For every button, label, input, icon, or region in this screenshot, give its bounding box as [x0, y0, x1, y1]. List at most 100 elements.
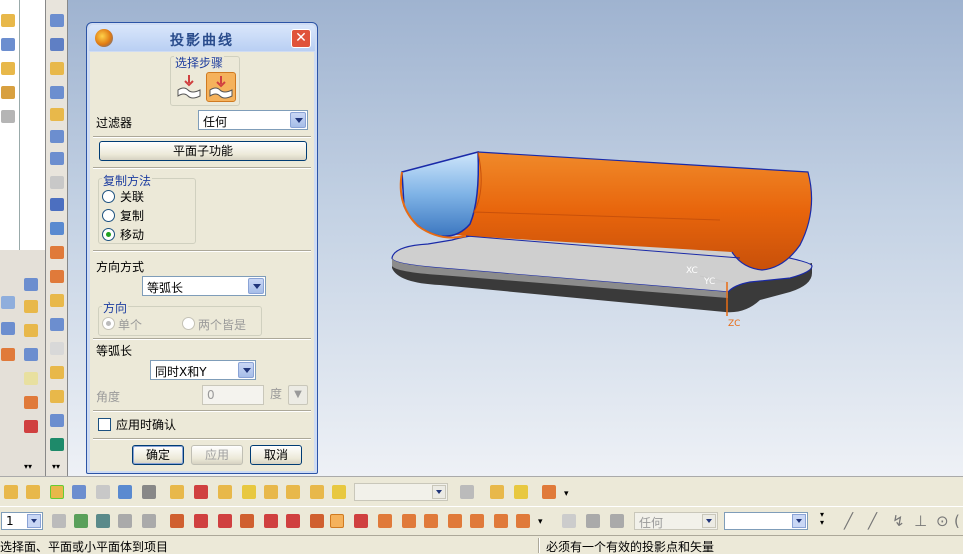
tool-icon[interactable]: [514, 485, 528, 499]
tool-icon[interactable]: [242, 485, 256, 499]
tool-icon[interactable]: [286, 514, 300, 528]
feat-icon-3[interactable]: [50, 62, 64, 75]
plane-subfunction-button[interactable]: 平面子功能: [99, 141, 307, 161]
side-icon-f[interactable]: [24, 396, 38, 409]
toolbar-overflow-icon[interactable]: ▾ ▾: [820, 511, 824, 527]
feat-icon-15[interactable]: [50, 342, 64, 355]
step-select-target-button[interactable]: [206, 72, 236, 102]
ok-button[interactable]: 确定: [132, 445, 184, 465]
expand-chevron-icon[interactable]: ▾▾: [24, 462, 32, 471]
feat-icon-10[interactable]: [50, 222, 64, 235]
chevron-down-icon[interactable]: [290, 112, 306, 128]
layer-select[interactable]: 1: [1, 512, 43, 530]
feat-icon-7[interactable]: [50, 152, 64, 165]
direction-both-radio[interactable]: [182, 317, 195, 330]
chevron-down-icon[interactable]: [248, 278, 264, 294]
feat-icon-18[interactable]: [50, 414, 64, 427]
tool-icon[interactable]: [50, 485, 64, 499]
step-select-objects-button[interactable]: [174, 72, 204, 102]
filter-select[interactable]: 任何: [198, 110, 308, 130]
arc-tool-icon[interactable]: (: [954, 512, 960, 530]
tool-icon[interactable]: [562, 514, 576, 528]
toolbar-overflow-icon[interactable]: ▾: [564, 489, 569, 499]
feat-icon-11[interactable]: [50, 246, 64, 259]
line-tool-icon-2[interactable]: ╱: [868, 512, 877, 530]
tool-icon[interactable]: [286, 485, 300, 499]
chevron-down-icon[interactable]: [432, 485, 446, 499]
tool-icon[interactable]: [264, 514, 278, 528]
feat-icon-14[interactable]: [50, 318, 64, 331]
tool-icon[interactable]: [490, 485, 504, 499]
nav-icon-6[interactable]: [1, 296, 15, 309]
tool-icon[interactable]: [330, 514, 344, 528]
tool-icon[interactable]: [354, 514, 368, 528]
tool-icon[interactable]: [516, 514, 530, 528]
nav-icon-3[interactable]: [1, 62, 15, 75]
tool-icon[interactable]: [310, 485, 324, 499]
chevron-down-icon[interactable]: [238, 362, 254, 378]
tool-icon[interactable]: [494, 514, 508, 528]
side-icon-e[interactable]: [24, 372, 38, 385]
nav-icon-5[interactable]: [1, 110, 15, 123]
tool-icon[interactable]: [74, 514, 88, 528]
tool-icon[interactable]: [72, 485, 86, 499]
selection-scope-select[interactable]: [724, 512, 808, 530]
tool-icon[interactable]: [218, 485, 232, 499]
side-icon-b[interactable]: [24, 300, 38, 313]
side-icon-d[interactable]: [24, 348, 38, 361]
selection-filter-select[interactable]: 任何: [634, 512, 718, 530]
tool-icon[interactable]: [610, 514, 624, 528]
dialog-titlebar[interactable]: 投影曲线 ✕: [89, 25, 315, 51]
direction-single-radio[interactable]: [102, 317, 115, 330]
feat-icon-6[interactable]: [50, 130, 64, 143]
chevron-down-icon[interactable]: [702, 514, 716, 528]
tool-icon[interactable]: [96, 485, 110, 499]
line-tool-icon[interactable]: ╱: [844, 512, 853, 530]
tool-icon[interactable]: [332, 485, 346, 499]
feat-icon-2[interactable]: [50, 38, 64, 51]
nav-icon-1[interactable]: [1, 14, 15, 27]
feat-icon-1[interactable]: [50, 14, 64, 27]
feat-icon-5[interactable]: [50, 108, 64, 121]
tool-icon[interactable]: [378, 514, 392, 528]
chevron-down-icon[interactable]: [27, 514, 41, 528]
cancel-button[interactable]: 取消: [250, 445, 302, 465]
tool-icon[interactable]: [194, 485, 208, 499]
tool-icon[interactable]: [96, 514, 110, 528]
tool-icon[interactable]: [218, 514, 232, 528]
tool-icon[interactable]: [26, 485, 40, 499]
feat-icon-4[interactable]: [50, 86, 64, 99]
tool-icon[interactable]: [448, 514, 462, 528]
tool-icon[interactable]: [4, 485, 18, 499]
angle-input[interactable]: 0: [202, 385, 264, 405]
direction-mode-select[interactable]: 等弧长: [142, 276, 266, 296]
copy-method-move-radio[interactable]: [102, 228, 115, 241]
side-icon-g[interactable]: [24, 420, 38, 433]
feat-icon-19[interactable]: [50, 438, 64, 451]
perpendicular-tool-icon[interactable]: ⊥: [914, 512, 927, 530]
tool-icon[interactable]: [586, 514, 600, 528]
nav-icon-8[interactable]: [1, 348, 15, 361]
tool-icon[interactable]: [402, 514, 416, 528]
toolbar-combo-empty[interactable]: [354, 483, 448, 501]
tool-icon[interactable]: [264, 485, 278, 499]
feat-icon-12[interactable]: [50, 270, 64, 283]
tool-icon[interactable]: [194, 514, 208, 528]
toolbar-overflow-icon[interactable]: ▾: [538, 517, 543, 527]
feat-icon-8[interactable]: [50, 176, 64, 189]
circle-tool-icon[interactable]: ⊙: [936, 512, 949, 530]
tool-icon[interactable]: [542, 485, 556, 499]
arc-length-select[interactable]: 同时X和Y: [150, 360, 256, 380]
confirm-on-apply-checkbox[interactable]: [98, 418, 111, 431]
part-navigator-pane[interactable]: [20, 0, 46, 250]
feat-icon-16[interactable]: [50, 366, 64, 379]
side-icon-c[interactable]: [24, 324, 38, 337]
copy-method-associate-radio[interactable]: [102, 190, 115, 203]
tool-icon[interactable]: [424, 514, 438, 528]
tool-icon[interactable]: [240, 514, 254, 528]
expand-chevron-icon[interactable]: ▾▾: [52, 462, 60, 471]
tool-icon[interactable]: [118, 514, 132, 528]
close-button[interactable]: ✕: [291, 29, 311, 48]
feat-icon-13[interactable]: [50, 294, 64, 307]
nav-icon-7[interactable]: [1, 322, 15, 335]
